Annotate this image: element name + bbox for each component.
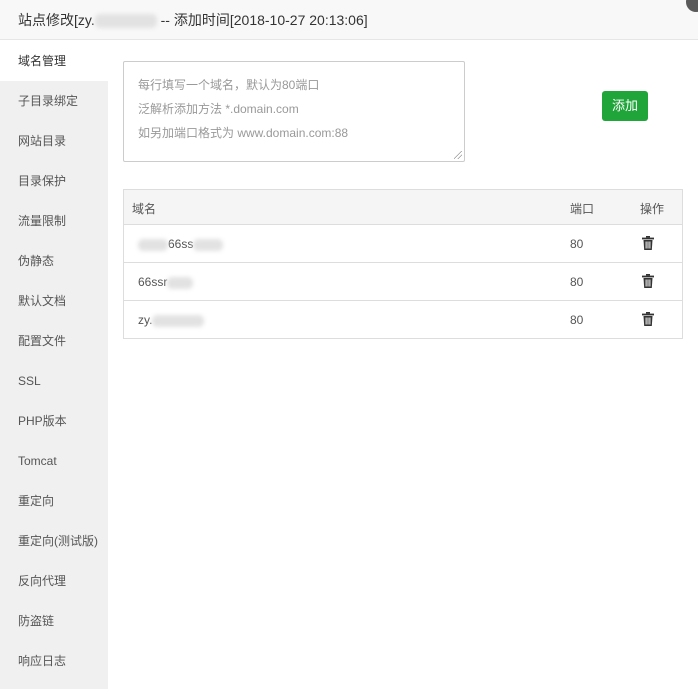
trash-icon[interactable] (642, 274, 654, 288)
domain-cell: zy. (138, 313, 205, 327)
port-cell: 80 (570, 275, 584, 289)
add-domain-button[interactable]: 添加 (602, 91, 648, 121)
sidebar-item-tomcat[interactable]: Tomcat (0, 441, 108, 481)
dialog-title: 站点修改[zy. -- 添加时间[2018-10-27 20:13:06] (18, 10, 368, 30)
sidebar-item-subdirectory-binding[interactable]: 子目录绑定 (0, 81, 108, 121)
trash-icon[interactable] (642, 236, 654, 250)
sidebar-item-reverse-proxy[interactable]: 反向代理 (0, 561, 108, 601)
column-header-port: 端口 (570, 202, 595, 216)
redacted-text (138, 238, 168, 251)
column-header-actions: 操作 (640, 202, 665, 216)
main-panel: 每行填写一个域名，默认为80端口 泛解析添加方法 *.domain.com 如另… (108, 41, 698, 689)
sidebar-item-domain-management[interactable]: 域名管理 (0, 41, 108, 81)
domain-text: 66ssr (138, 275, 168, 289)
title-prefix: 站点修改[zy. (18, 12, 95, 28)
domain-cell: 66ss (138, 237, 224, 251)
column-header-domain: 域名 (132, 202, 157, 216)
placeholder-line: 泛解析添加方法 *.domain.com (138, 102, 299, 116)
port-cell: 80 (570, 313, 584, 327)
sidebar-item-response-log[interactable]: 响应日志 (0, 641, 108, 681)
table-row: 66ss 80 (124, 224, 682, 262)
domain-text: 66ss (168, 237, 194, 251)
domain-cell: 66ssr (138, 275, 194, 289)
title-suffix: -- 添加时间[2018-10-27 20:13:06] (156, 12, 368, 28)
sidebar-nav: 域名管理 子目录绑定 网站目录 目录保护 流量限制 伪静态 默认文档 配置文件 … (0, 41, 108, 689)
trash-icon[interactable] (642, 312, 654, 326)
redacted-domain (94, 14, 157, 29)
sidebar-item-directory-protection[interactable]: 目录保护 (0, 161, 108, 201)
sidebar-item-ssl[interactable]: SSL (0, 361, 108, 401)
table-row: zy. 80 (124, 300, 682, 338)
sidebar-item-redirect[interactable]: 重定向 (0, 481, 108, 521)
domain-input[interactable]: 每行填写一个域名，默认为80端口 泛解析添加方法 *.domain.com 如另… (123, 61, 465, 162)
table-header: 域名 端口 操作 (124, 190, 682, 224)
dialog-header: 站点修改[zy. -- 添加时间[2018-10-27 20:13:06] (0, 0, 698, 40)
close-icon[interactable] (686, 0, 698, 12)
port-cell: 80 (570, 237, 584, 251)
sidebar-item-php-version[interactable]: PHP版本 (0, 401, 108, 441)
resize-grip-icon[interactable] (454, 151, 462, 159)
sidebar-item-default-document[interactable]: 默认文档 (0, 281, 108, 321)
domain-text: zy. (138, 313, 153, 327)
sidebar-item-traffic-limit[interactable]: 流量限制 (0, 201, 108, 241)
sidebar-item-site-directory[interactable]: 网站目录 (0, 121, 108, 161)
sidebar-item-hotlink-protection[interactable]: 防盗链 (0, 601, 108, 641)
redacted-text (152, 314, 205, 327)
table-row: 66ssr 80 (124, 262, 682, 300)
sidebar-item-config-file[interactable]: 配置文件 (0, 321, 108, 361)
redacted-text (193, 238, 224, 251)
redacted-text (167, 276, 194, 289)
domain-table: 域名 端口 操作 66ss 80 66ssr 80 zy. 80 (123, 189, 683, 339)
sidebar-item-rewrite[interactable]: 伪静态 (0, 241, 108, 281)
placeholder-line: 如另加端口格式为 www.domain.com:88 (138, 126, 349, 140)
sidebar-item-redirect-beta[interactable]: 重定向(测试版) (0, 521, 108, 561)
placeholder-line: 每行填写一个域名，默认为80端口 (138, 78, 320, 92)
